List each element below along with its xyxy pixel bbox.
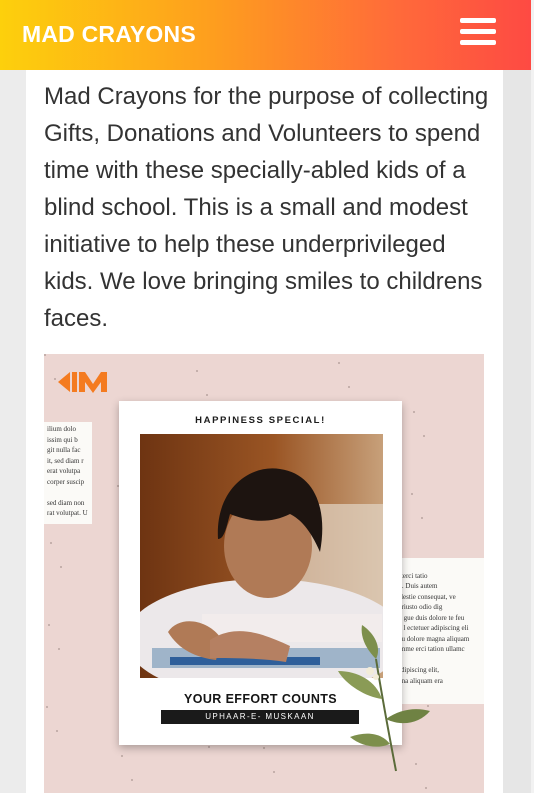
leaf-sprig-icon — [338, 625, 430, 772]
paper-speck — [50, 542, 52, 544]
app-header: MAD CRAYONS — [0, 0, 531, 70]
paper-speck — [131, 779, 133, 781]
paper-speck — [60, 566, 62, 568]
clipping-line: erat volutpa — [47, 467, 81, 475]
mad-crayons-logo-icon — [58, 372, 107, 393]
clipping-line: corper suscip — [47, 477, 85, 486]
paper-speck — [46, 706, 48, 708]
paper-speck — [413, 411, 415, 413]
paper-speck — [44, 354, 46, 356]
paper-speck — [411, 493, 413, 495]
paper-speck — [338, 362, 340, 364]
hamburger-menu-icon[interactable] — [460, 18, 496, 52]
clipping-line: sed diam non — [47, 498, 85, 507]
paper-speck — [348, 386, 350, 388]
paper-speck — [421, 517, 423, 519]
paper-speck — [263, 747, 265, 749]
clipping-line: it, sed diam r — [47, 456, 84, 465]
paper-speck — [58, 648, 60, 650]
menu-bar-3 — [460, 40, 496, 45]
paper-speck — [423, 435, 425, 437]
paper-speck — [208, 746, 210, 748]
brand-title[interactable]: MAD CRAYONS — [22, 21, 196, 48]
menu-bar-2 — [460, 29, 496, 34]
paper-speck — [273, 771, 275, 773]
clipping-line — [47, 487, 89, 498]
clipping-line: issim qui b — [47, 435, 78, 444]
paper-speck — [48, 624, 50, 626]
clipping-line: git nulla fac — [47, 446, 81, 454]
intro-paragraph: Mad Crayons for the purpose of collectin… — [44, 83, 489, 332]
paper-speck — [206, 394, 208, 396]
clipping-line: ilium dolo — [47, 425, 76, 433]
paper-speck — [425, 787, 427, 789]
clipping-line: rat volutpat. U — [47, 509, 88, 517]
campaign-poster-image: ilium dolo issim qui b git nulla fac it, se… — [44, 354, 484, 793]
paper-speck — [196, 370, 198, 372]
paper-speck — [121, 755, 123, 757]
menu-bar-1 — [460, 18, 496, 23]
paper-speck — [56, 730, 58, 732]
newspaper-clipping-left: ilium dolo issim qui b git nulla fac it, se… — [44, 422, 92, 524]
poster-heading: HAPPINESS SPECIAL! — [195, 415, 326, 426]
page-gutter — [503, 70, 531, 793]
